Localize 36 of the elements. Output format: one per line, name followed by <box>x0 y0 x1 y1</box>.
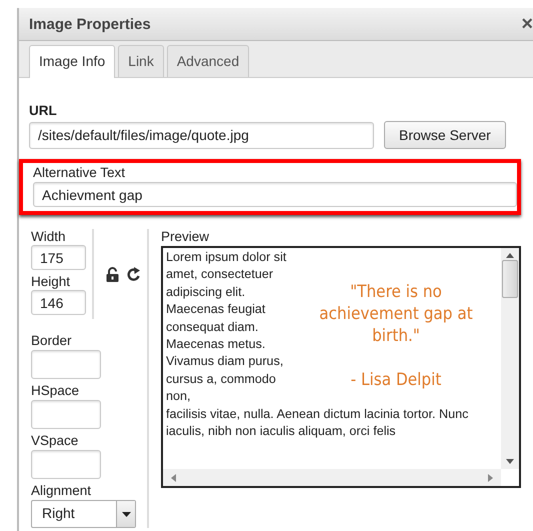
alt-text-field[interactable]: Achievment gap <box>33 182 517 207</box>
field-label: VSpace <box>31 433 80 448</box>
tab[interactable]: Link <box>118 45 164 77</box>
close-button[interactable]: × <box>521 12 533 36</box>
alignment-label: Alignment <box>31 483 92 498</box>
quote-text: "There is no achievement gap at birth." <box>318 281 474 348</box>
alignment-select[interactable]: Right <box>31 500 136 528</box>
quote-author: - Lisa Delpit <box>350 369 442 392</box>
size-field[interactable]: 175 <box>31 245 86 270</box>
field-label: Width <box>31 229 67 244</box>
alt-text-label: Alternative Text <box>33 165 126 180</box>
scroll-down-icon[interactable] <box>506 459 514 464</box>
url-label: URL <box>29 103 57 118</box>
scroll-up-icon[interactable] <box>506 253 514 258</box>
dialog-title: Image Properties <box>29 16 151 32</box>
horizontal-scrollbar[interactable] <box>163 469 501 486</box>
url-field[interactable]: /sites/default/files/image/quote.jpg <box>29 122 374 148</box>
scroll-thumb[interactable] <box>502 260 518 298</box>
preview-text: facilisis vitae, nulla. Aenean dictum lacinia tortor. Nunc iaculis, nibh non iaculis aliquam, orci felis <box>166 406 470 440</box>
caret-icon <box>122 512 130 516</box>
reset-icon[interactable] <box>127 266 141 282</box>
input-field[interactable] <box>31 350 101 379</box>
size-field[interactable]: 146 <box>31 290 86 315</box>
field-label: Height <box>31 274 72 289</box>
browse-server-button[interactable]: Browse Server <box>384 121 506 149</box>
input-field[interactable] <box>31 450 101 479</box>
field-label: Border <box>31 333 73 348</box>
tab[interactable]: Advanced <box>166 45 250 77</box>
scroll-left-icon[interactable] <box>171 474 176 482</box>
field-label: HSpace <box>31 383 80 398</box>
tab[interactable]: Image Info <box>29 45 116 78</box>
vertical-scrollbar[interactable] <box>501 248 519 469</box>
input-field[interactable] <box>31 400 101 429</box>
scroll-right-icon[interactable] <box>488 474 493 482</box>
preview-label: Preview <box>161 229 210 244</box>
padlock-icon[interactable] <box>106 266 119 282</box>
